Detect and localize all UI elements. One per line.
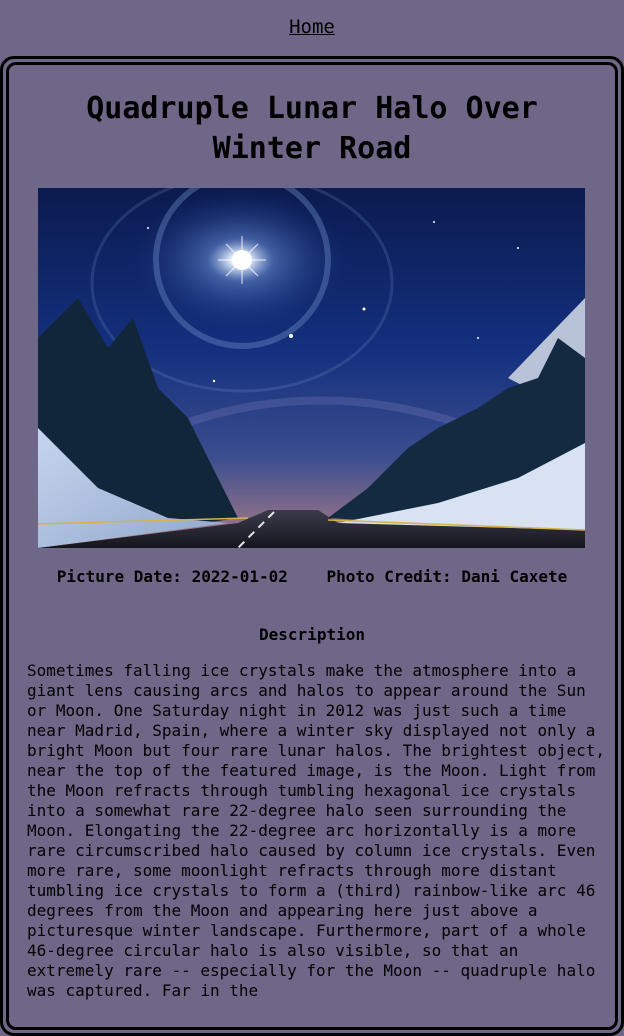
picture-date-label: Picture Date: [56, 567, 182, 586]
article-card: Quadruple Lunar Halo Over Winter Road Pi… [6, 62, 618, 1030]
picture-date: 2022-01-02 [191, 567, 288, 586]
description-heading: Description [259, 625, 365, 644]
image-meta: Picture Date: 2022-01-02 Photo Credit: D… [9, 567, 615, 586]
article-title: Quadruple Lunar Halo Over Winter Road [86, 91, 538, 166]
apod-image [38, 188, 585, 548]
photo-credit-label: Photo Credit: [326, 567, 452, 586]
article-card-outer: Quadruple Lunar Halo Over Winter Road Pi… [0, 56, 624, 1036]
home-link[interactable]: Home [289, 16, 335, 38]
description-text: Sometimes falling ice crystals make the … [27, 661, 605, 1000]
top-nav: Home [0, 0, 624, 56]
photo-credit: Dani Caxete [461, 567, 568, 586]
